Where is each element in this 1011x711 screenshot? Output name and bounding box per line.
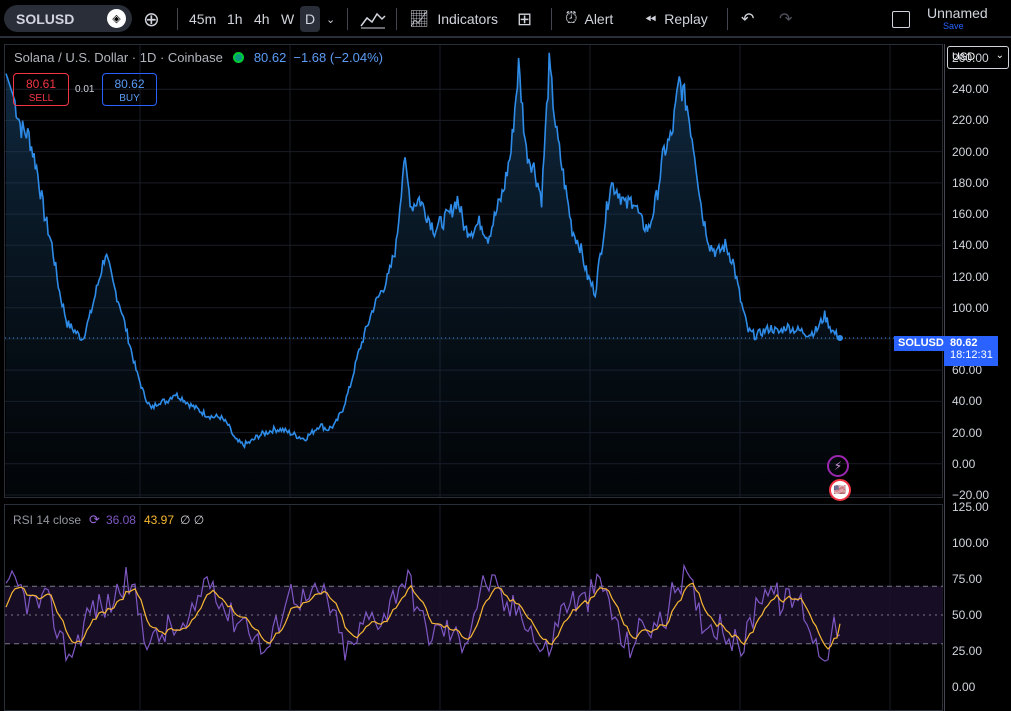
rsi-axis-tick: 0.00 <box>952 680 976 694</box>
price-axis-tick: 0.00 <box>952 456 976 471</box>
chart-canvas <box>5 45 943 711</box>
rsi-legend: RSI 14 close ⟳ 36.08 43.97 ∅ ∅ <box>13 512 204 528</box>
price-change: −1.68 (−2.04%) <box>293 50 383 65</box>
sell-button[interactable]: 80.61 SELL <box>13 73 69 106</box>
last-price-dot <box>837 334 843 341</box>
price-axis-tick: 200.00 <box>952 144 989 159</box>
rsi-settings-icon[interactable]: ⟳ <box>89 512 100 528</box>
chart-title: Solana / U.S. Dollar · 1D · Coinbase <box>14 50 223 65</box>
price-area-fill <box>6 52 840 498</box>
us-flag-event-icon[interactable]: 🇺🇸 <box>829 479 851 501</box>
rsi-axis-tick: 100.00 <box>952 536 989 550</box>
rsi-value: 36.08 <box>105 513 136 527</box>
sell-label: SELL <box>28 93 54 104</box>
price-tag-countdown: 18:12:31 <box>950 349 993 361</box>
sell-price: 80.61 <box>25 77 57 91</box>
price-tag-price: 80.62 <box>950 337 978 349</box>
price-axis-tick: 180.00 <box>952 175 989 190</box>
price-axis-tick: 140.00 <box>952 238 989 253</box>
price-axis-tick: 220.00 <box>952 113 989 128</box>
price-axis-tick: 260.00 <box>952 51 989 65</box>
rsi-axis-tick: 125.00 <box>952 500 989 514</box>
rsi-ma-value: 43.97 <box>143 513 175 527</box>
price-tag-symbol: SOLUSD <box>894 336 944 351</box>
last-price-tag: SOLUSD 80.62 18:12:31 <box>894 336 1004 366</box>
chart-legend: Solana / U.S. Dollar · 1D · Coinbase 80.… <box>14 50 383 65</box>
buy-label: BUY <box>119 93 140 104</box>
market-open-icon <box>232 52 244 63</box>
rsi-axis-tick: 50.00 <box>952 608 983 622</box>
lightning-event-icon[interactable]: ⚡ <box>827 455 849 477</box>
buy-button[interactable]: 80.62 BUY <box>102 73 157 106</box>
price-axis-tick: 100.00 <box>952 300 989 315</box>
price-axis-tick: 120.00 <box>952 269 989 284</box>
price-axis-tick: 40.00 <box>952 394 983 409</box>
rsi-extra: ∅ ∅ <box>180 513 205 527</box>
price-axis-tick: 240.00 <box>952 82 989 97</box>
buy-price: 80.62 <box>114 77 145 91</box>
chevron-down-icon: ⌄ <box>995 50 1004 61</box>
price-axis-tick: 20.00 <box>952 425 983 440</box>
spread-value: 0.01 <box>75 84 95 95</box>
price-axis-tick: 160.00 <box>952 207 989 222</box>
last-price: 80.62 <box>253 50 287 65</box>
rsi-axis-tick: 75.00 <box>952 572 983 586</box>
rsi-axis-tick: 25.00 <box>952 644 983 658</box>
price-tag-value: 80.62 18:12:31 <box>944 336 998 366</box>
rsi-label: RSI 14 close <box>13 513 82 527</box>
